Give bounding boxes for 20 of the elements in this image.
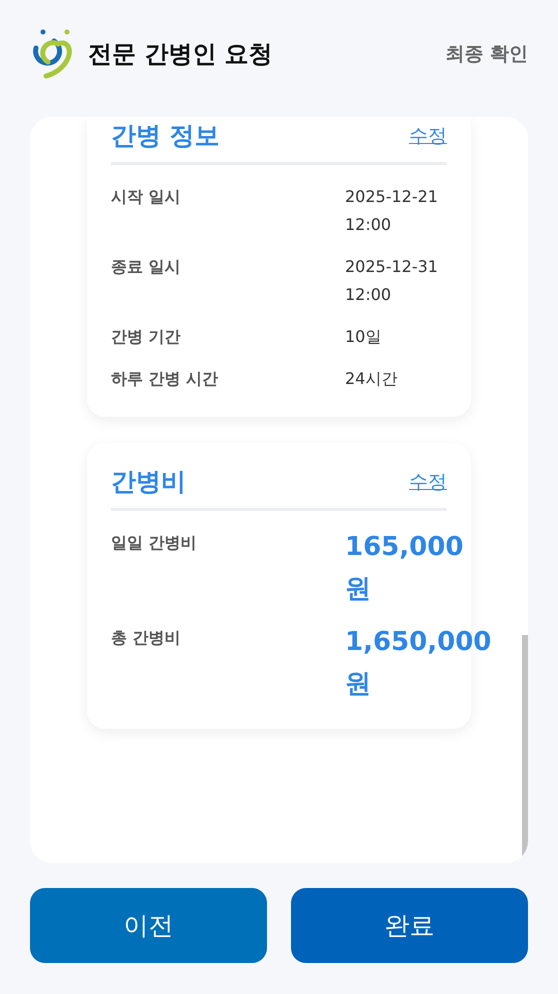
field-label: 일일 간병비 bbox=[111, 533, 198, 554]
field-value: 24시간 bbox=[345, 368, 398, 390]
field-label: 총 간병비 bbox=[111, 628, 182, 650]
field-label: 시작 일시 bbox=[111, 187, 182, 208]
section-title: 간병 정보 bbox=[111, 120, 220, 152]
field-label: 하루 간병 시간 bbox=[111, 369, 220, 390]
page-title: 전문 간병인 요청 bbox=[88, 38, 273, 70]
section-title: 간병비 bbox=[111, 466, 186, 498]
amount-value: 1,650,000 원 bbox=[345, 626, 492, 701]
field-label: 종료 일시 bbox=[111, 257, 182, 278]
step-label: 최종 확인 bbox=[445, 42, 528, 66]
edit-link[interactable]: 수정 bbox=[409, 122, 447, 148]
field-value: 2025-12-21 12:00 bbox=[345, 186, 439, 236]
done-button[interactable]: 완료 bbox=[291, 888, 528, 963]
amount-value: 165,000 원 bbox=[345, 531, 464, 606]
edit-link[interactable]: 수정 bbox=[409, 468, 447, 494]
previous-button[interactable]: 이전 bbox=[30, 888, 267, 963]
field-label: 간병 기간 bbox=[111, 327, 182, 348]
field-value: 10일 bbox=[345, 326, 382, 348]
field-value: 2025-12-31 12:00 bbox=[345, 256, 439, 306]
